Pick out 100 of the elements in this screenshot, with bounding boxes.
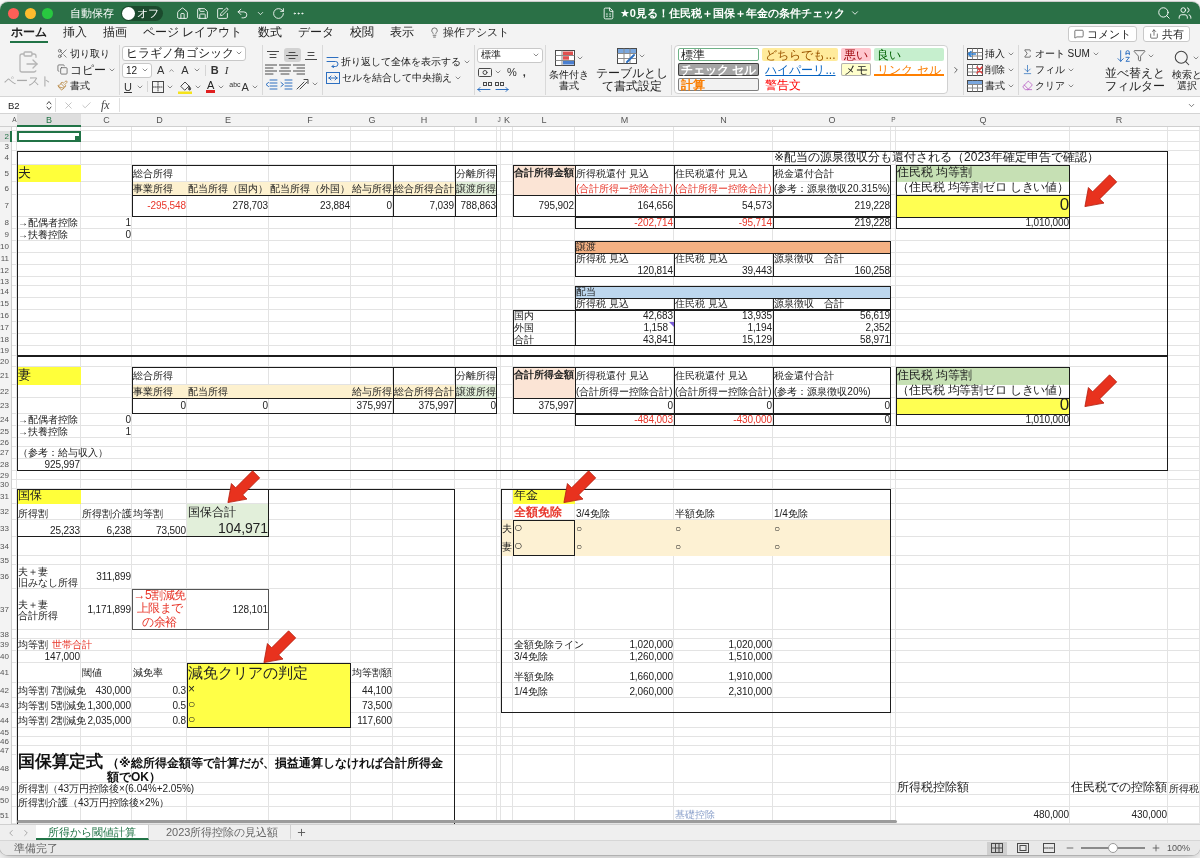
row-number[interactable]: 51 bbox=[0, 807, 12, 824]
row-number[interactable]: 33 bbox=[0, 520, 12, 537]
autosave-toggle[interactable]: オフ bbox=[121, 5, 163, 21]
row-number[interactable]: 12 bbox=[0, 265, 12, 277]
row-number[interactable]: 24 bbox=[0, 414, 12, 426]
bold-button[interactable]: B bbox=[208, 63, 221, 77]
ribbon-tab[interactable]: 挿入 bbox=[62, 25, 88, 43]
insert-function-button[interactable]: fx bbox=[99, 97, 112, 113]
row-number[interactable]: 16 bbox=[0, 310, 12, 322]
find-select-button[interactable]: 検索と選択 bbox=[1170, 48, 1200, 91]
sheet-tab[interactable]: 所得から閾値計算 bbox=[36, 825, 149, 840]
row-number[interactable]: 10 bbox=[0, 241, 12, 253]
row-number[interactable]: 7 bbox=[0, 195, 12, 217]
column-header[interactable]: D bbox=[132, 114, 187, 127]
increase-decimal-icon[interactable] bbox=[493, 80, 509, 92]
row-number[interactable]: 31 bbox=[0, 489, 12, 504]
column-header[interactable]: C bbox=[81, 114, 132, 127]
row-number[interactable]: 27 bbox=[0, 447, 12, 459]
sort-filter-button[interactable]: 並べ替えとフィルター bbox=[1103, 45, 1167, 94]
row-number[interactable]: 18 bbox=[0, 334, 12, 346]
cell-style-option[interactable]: 悪い bbox=[841, 48, 872, 61]
merge-center-button[interactable]: セルを結合して中央揃え bbox=[324, 70, 472, 85]
row-number[interactable]: 26 bbox=[0, 438, 12, 447]
close-button[interactable] bbox=[8, 7, 19, 19]
row-number[interactable]: 34 bbox=[0, 537, 12, 556]
fill-color-button[interactable] bbox=[176, 79, 203, 94]
maximize-button[interactable] bbox=[42, 7, 53, 19]
ribbon-tab[interactable]: ページ レイアウト bbox=[142, 25, 244, 43]
zoom-slider-thumb[interactable] bbox=[1107, 843, 1118, 853]
redo-icon[interactable] bbox=[272, 6, 285, 20]
percent-button[interactable]: % bbox=[504, 64, 519, 79]
caret-icon[interactable] bbox=[850, 8, 860, 18]
row-number[interactable]: 50 bbox=[0, 795, 12, 807]
ribbon-tab[interactable]: 数式 bbox=[257, 25, 284, 43]
name-box[interactable]: B2 bbox=[4, 98, 56, 112]
italic-button[interactable]: I bbox=[222, 63, 231, 77]
row-number[interactable]: 3 bbox=[0, 142, 12, 151]
normal-view-button[interactable] bbox=[986, 841, 1007, 855]
insert-cells-button[interactable]: 挿入 bbox=[965, 46, 1016, 61]
row-number[interactable]: 41 bbox=[0, 663, 12, 683]
column-header[interactable]: L bbox=[513, 114, 575, 127]
ribbon-tab[interactable]: 描画 bbox=[102, 25, 128, 43]
home-icon[interactable] bbox=[176, 6, 189, 20]
row-number[interactable]: 6 bbox=[0, 182, 12, 195]
row-number[interactable]: 4 bbox=[0, 151, 12, 165]
row-number[interactable]: 19 bbox=[0, 346, 12, 356]
row-number[interactable]: 22 bbox=[0, 385, 12, 398]
undo-icon[interactable] bbox=[236, 6, 249, 20]
cell-style-option[interactable]: 標準 bbox=[678, 48, 760, 61]
column-header[interactable]: M bbox=[575, 114, 674, 127]
row-number[interactable]: 14 bbox=[0, 286, 12, 298]
save-icon[interactable] bbox=[196, 6, 209, 20]
column-header[interactable]: B bbox=[17, 114, 81, 127]
align-middle-button[interactable] bbox=[283, 48, 301, 62]
cell-style-option[interactable]: メモ bbox=[841, 63, 872, 76]
tell-me-search[interactable]: 操作アシスト bbox=[429, 25, 510, 43]
column-header[interactable]: G bbox=[351, 114, 393, 127]
row-number[interactable]: 20 bbox=[0, 356, 12, 367]
row-number[interactable]: 11 bbox=[0, 253, 12, 265]
row-number[interactable]: 40 bbox=[0, 651, 12, 663]
column-header[interactable]: K bbox=[501, 114, 513, 127]
ribbon-tab[interactable]: 表示 bbox=[389, 25, 416, 43]
cell-style-option[interactable]: 警告文 bbox=[762, 78, 839, 91]
format-cells-button[interactable]: 書式 bbox=[965, 78, 1016, 93]
row-number[interactable]: 13 bbox=[0, 277, 12, 286]
comma-style-button[interactable]: , bbox=[520, 64, 528, 79]
active-cell[interactable] bbox=[17, 131, 81, 142]
row-number[interactable]: 37 bbox=[0, 589, 12, 630]
search-icon[interactable] bbox=[1157, 6, 1171, 20]
font-size-select[interactable]: 12 bbox=[122, 62, 152, 78]
row-number[interactable]: 9 bbox=[0, 229, 12, 241]
row-number[interactable]: 29 bbox=[0, 471, 12, 480]
column-header[interactable]: F bbox=[269, 114, 351, 127]
column-header[interactable]: I bbox=[455, 114, 497, 127]
horizontal-scrollbar[interactable] bbox=[17, 820, 897, 823]
shrink-font-button[interactable]: A bbox=[178, 63, 202, 77]
cut-button[interactable]: 切り取り bbox=[56, 46, 117, 61]
format-painter-button[interactable]: 書式 bbox=[56, 78, 117, 93]
column-header[interactable]: R bbox=[1070, 114, 1168, 127]
row-number[interactable]: 21 bbox=[0, 367, 12, 385]
row-number[interactable]: 44 bbox=[0, 713, 12, 728]
underline-button[interactable]: U bbox=[122, 79, 134, 94]
row-number[interactable]: 15 bbox=[0, 298, 12, 310]
ribbon-tab[interactable]: 校閲 bbox=[349, 25, 376, 43]
column-header[interactable]: O bbox=[773, 114, 891, 127]
column-header[interactable]: E bbox=[187, 114, 269, 127]
cell-style-option[interactable]: 良い bbox=[874, 48, 944, 61]
edit-icon[interactable] bbox=[216, 6, 229, 20]
text-orientation-button[interactable] bbox=[294, 77, 320, 91]
row-number[interactable]: 36 bbox=[0, 565, 12, 589]
fill-button[interactable]: フィル bbox=[1020, 62, 1101, 77]
row-number[interactable]: 49 bbox=[0, 783, 12, 795]
row-number[interactable]: 30 bbox=[0, 480, 12, 489]
column-header[interactable]: Q bbox=[896, 114, 1070, 127]
decrease-indent-icon[interactable] bbox=[264, 78, 278, 90]
row-number[interactable]: 35 bbox=[0, 556, 12, 565]
row-number[interactable]: 25 bbox=[0, 426, 12, 438]
row-number[interactable]: 47 bbox=[0, 746, 12, 755]
row-number[interactable]: 48 bbox=[0, 755, 12, 783]
number-format-select[interactable]: 標準 bbox=[476, 47, 543, 63]
